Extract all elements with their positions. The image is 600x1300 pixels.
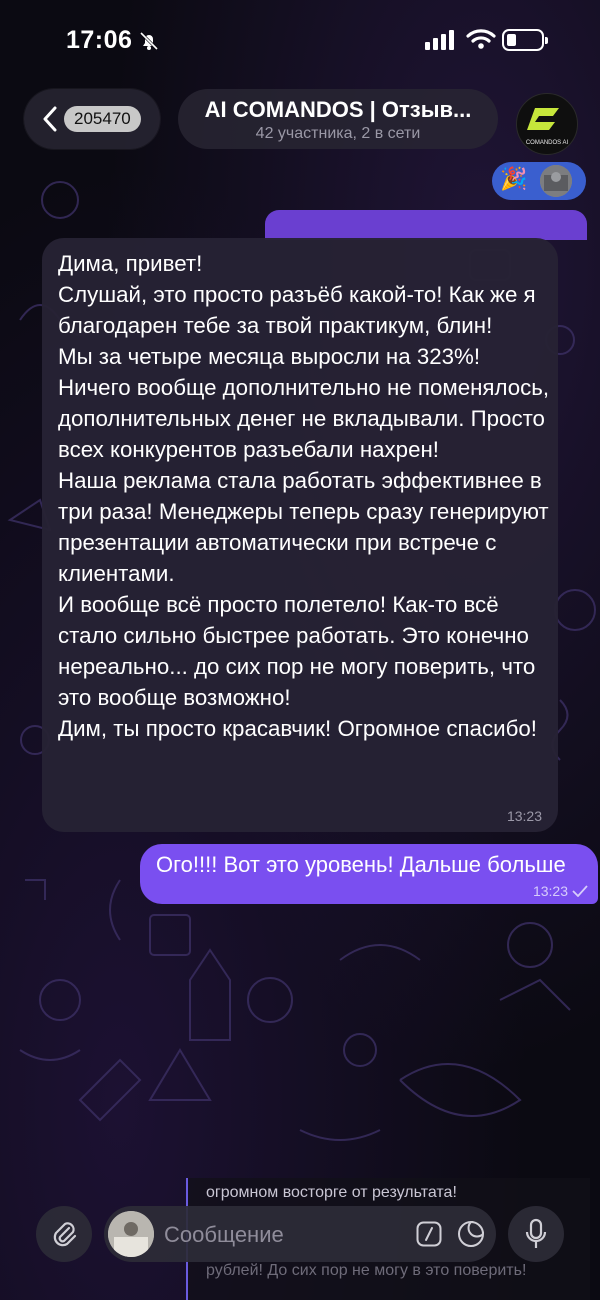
check-icon [572, 885, 588, 897]
back-button[interactable]: 205470 [24, 89, 160, 149]
status-time: 17:06 [66, 26, 133, 54]
reply-preview-line: рублей! До сих пор не могу в это поверит… [206, 1262, 527, 1279]
message-text: Ого!!!! Вот это уровень! Дальше больше [156, 852, 566, 877]
microphone-icon [525, 1218, 547, 1248]
message-input[interactable] [162, 1218, 406, 1252]
previous-outgoing-message[interactable] [265, 210, 587, 240]
command-icon[interactable] [416, 1221, 442, 1247]
reactions-pill[interactable]: 🎉 [492, 162, 586, 200]
chat-title: AI COMANDOS | Отзыв... [204, 97, 472, 122]
microphone-button[interactable] [508, 1206, 564, 1262]
message-composer[interactable] [104, 1206, 496, 1262]
party-popper-icon: 🎉 [500, 166, 528, 191]
bell-off-icon [139, 31, 159, 51]
chevron-left-icon [43, 106, 57, 132]
paperclip-icon [53, 1222, 77, 1247]
avatar-logo-text: COMANDOS AI [526, 140, 569, 146]
incoming-message-bubble[interactable]: Дима, привет! Слушай, это просто разъёб … [42, 238, 558, 832]
status-bar: 17:06 [0, 0, 600, 80]
chat-subtitle: 42 участника, 2 в сети [255, 125, 421, 142]
reply-preview-line: огромном восторге от результата! [206, 1184, 457, 1201]
group-avatar[interactable]: COMANDOS AI [516, 93, 578, 155]
comandos-logo-icon: COMANDOS AI [526, 108, 569, 146]
user-avatar [108, 1211, 154, 1257]
outgoing-message-bubble[interactable]: Ого!!!! Вот это уровень! Дальше больше 1… [140, 844, 598, 904]
battery-icon [502, 29, 548, 51]
reactor-avatar [540, 165, 572, 197]
wifi-icon [466, 29, 496, 49]
sticker-icon[interactable] [456, 1219, 486, 1249]
chat-title-button[interactable]: AI COMANDOS | Отзыв... 42 участника, 2 в… [178, 89, 498, 149]
signal-icon [425, 30, 454, 50]
attach-button[interactable] [36, 1206, 92, 1262]
unread-count-badge: 205470 [64, 106, 141, 132]
message-time: 13:23 [506, 808, 542, 824]
message-time: 13:23 [532, 883, 568, 899]
message-text: Дима, привет! Слушай, это просто разъёб … [58, 251, 550, 741]
